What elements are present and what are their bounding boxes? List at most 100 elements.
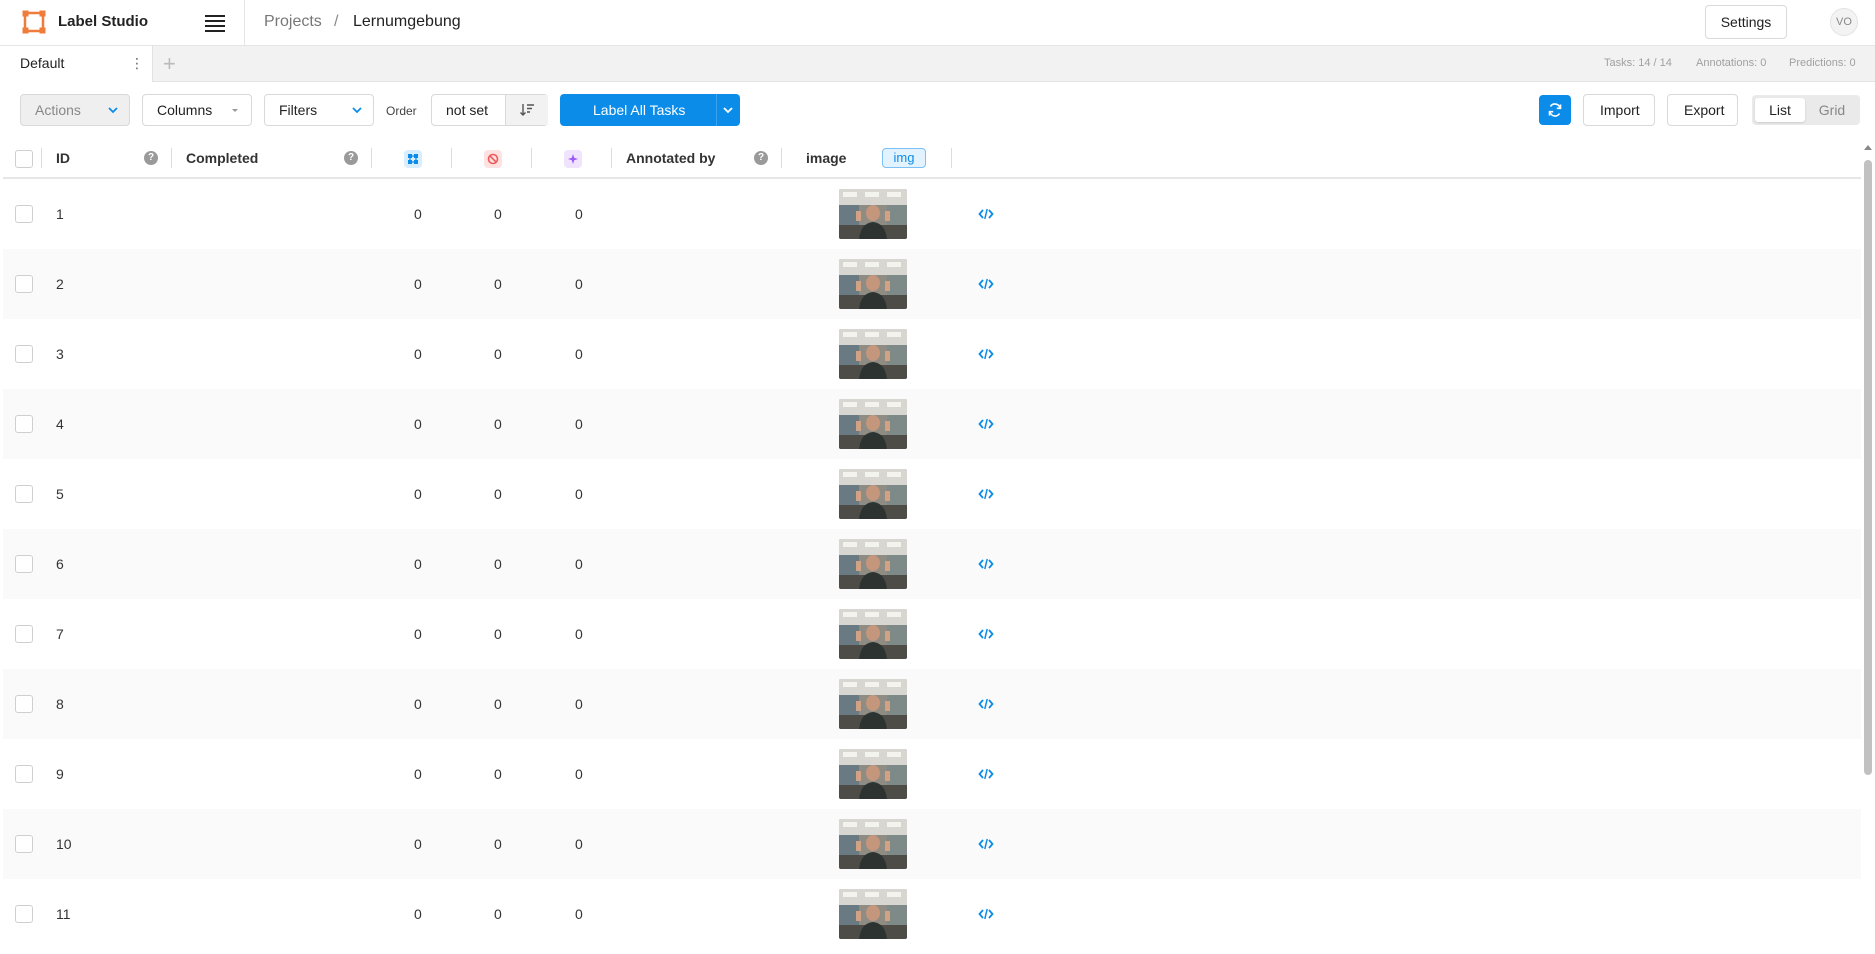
column-header-id[interactable]: ID xyxy=(56,150,70,166)
code-source-icon[interactable] xyxy=(978,908,994,920)
code-source-icon[interactable] xyxy=(978,488,994,500)
code-source-icon[interactable] xyxy=(978,768,994,780)
menu-hamburger-icon[interactable] xyxy=(204,12,226,34)
task-image[interactable] xyxy=(839,749,907,799)
column-separator xyxy=(951,148,952,168)
row-select-checkbox[interactable] xyxy=(15,205,33,223)
row-select-checkbox[interactable] xyxy=(15,695,33,713)
row-select-checkbox[interactable] xyxy=(15,555,33,573)
total-annotations-cell: 0 xyxy=(414,346,422,362)
tab-menu-icon[interactable]: ⋮ xyxy=(130,56,144,70)
task-id-cell: 2 xyxy=(56,276,64,292)
chevron-down-icon xyxy=(352,107,362,114)
cancelled-annotations-cell: 0 xyxy=(494,836,502,852)
code-source-icon[interactable] xyxy=(978,628,994,640)
cancelled-annotations-cell: 0 xyxy=(494,906,502,922)
chevron-down-icon[interactable] xyxy=(722,104,734,116)
table-row[interactable]: 5 0 0 0 xyxy=(3,459,1861,529)
row-select-checkbox[interactable] xyxy=(15,765,33,783)
task-image-thumbnail xyxy=(839,469,907,519)
label-studio-logo-icon[interactable] xyxy=(22,10,46,34)
total-annotations-cell: 0 xyxy=(414,836,422,852)
tab-default[interactable]: Default ⋮ xyxy=(0,46,153,82)
table-row[interactable]: 1 0 0 0 xyxy=(3,179,1861,249)
code-source-icon[interactable] xyxy=(978,838,994,850)
table-row[interactable]: 6 0 0 0 xyxy=(3,529,1861,599)
columns-label: Columns xyxy=(157,102,213,118)
task-image[interactable] xyxy=(839,329,907,379)
label-all-tasks-button[interactable]: Label All Tasks xyxy=(560,94,740,126)
breadcrumb-projects-link[interactable]: Projects xyxy=(264,13,322,31)
table-row[interactable]: 8 0 0 0 xyxy=(3,669,1861,739)
breadcrumb-current-project: Lernumgebung xyxy=(353,13,461,30)
row-select-checkbox[interactable] xyxy=(15,415,33,433)
code-source-icon[interactable] xyxy=(978,348,994,360)
cancelled-annotations-cell: 0 xyxy=(494,486,502,502)
table-row[interactable]: 10 0 0 0 xyxy=(3,809,1861,879)
toolbar: Actions Columns Filters Order not set La… xyxy=(0,82,1875,136)
order-field-select[interactable]: not set xyxy=(446,102,488,118)
code-source-icon[interactable] xyxy=(978,698,994,710)
tab-default-label: Default xyxy=(20,55,65,71)
total-annotations-icon[interactable] xyxy=(404,150,422,168)
task-image[interactable] xyxy=(839,259,907,309)
task-image-thumbnail xyxy=(839,679,907,729)
task-image[interactable] xyxy=(839,819,907,869)
total-annotations-cell: 0 xyxy=(414,556,422,572)
task-image[interactable] xyxy=(839,469,907,519)
table-row[interactable]: 3 0 0 0 xyxy=(3,319,1861,389)
row-select-checkbox[interactable] xyxy=(15,625,33,643)
refresh-button[interactable] xyxy=(1539,95,1571,125)
task-image[interactable] xyxy=(839,539,907,589)
column-header-completed[interactable]: Completed xyxy=(186,150,258,166)
row-select-checkbox[interactable] xyxy=(15,485,33,503)
row-select-checkbox[interactable] xyxy=(15,275,33,293)
scrollbar-thumb[interactable] xyxy=(1864,160,1872,775)
predictions-icon[interactable] xyxy=(564,150,582,168)
column-header-annotated-by[interactable]: Annotated by xyxy=(626,150,715,166)
sort-direction-button[interactable] xyxy=(505,95,548,125)
code-source-icon[interactable] xyxy=(978,278,994,290)
total-annotations-cell: 0 xyxy=(414,626,422,642)
column-header-image[interactable]: image xyxy=(806,150,846,166)
task-image[interactable] xyxy=(839,189,907,239)
user-avatar[interactable]: VO xyxy=(1830,8,1858,36)
row-select-checkbox[interactable] xyxy=(15,905,33,923)
cancelled-annotations-icon[interactable] xyxy=(484,150,502,168)
table-row[interactable]: 4 0 0 0 xyxy=(3,389,1861,459)
code-source-icon[interactable] xyxy=(978,418,994,430)
help-icon[interactable]: ? xyxy=(754,151,768,165)
add-tab-icon[interactable]: + xyxy=(163,51,176,77)
table-row[interactable]: 11 0 0 0 xyxy=(3,879,1861,949)
task-image[interactable] xyxy=(839,399,907,449)
code-source-icon[interactable] xyxy=(978,558,994,570)
export-button[interactable]: Export xyxy=(1667,94,1738,126)
help-icon[interactable]: ? xyxy=(344,151,358,165)
predictions-cell: 0 xyxy=(575,696,583,712)
grid-view-button[interactable]: Grid xyxy=(1808,98,1856,122)
help-icon[interactable]: ? xyxy=(144,151,158,165)
code-source-icon[interactable] xyxy=(978,208,994,220)
list-view-button[interactable]: List xyxy=(1755,98,1805,122)
task-image[interactable] xyxy=(839,609,907,659)
settings-button[interactable]: Settings xyxy=(1705,5,1787,39)
predictions-cell: 0 xyxy=(575,206,583,222)
table-row[interactable]: 9 0 0 0 xyxy=(3,739,1861,809)
breadcrumb-separator: / xyxy=(334,13,339,30)
column-separator xyxy=(41,148,42,168)
select-all-checkbox[interactable] xyxy=(15,150,33,168)
columns-dropdown[interactable]: Columns xyxy=(142,94,252,126)
row-select-checkbox[interactable] xyxy=(15,835,33,853)
header-divider xyxy=(244,0,245,46)
actions-label: Actions xyxy=(35,102,81,118)
scroll-up-arrow-icon[interactable] xyxy=(1864,145,1872,150)
import-button[interactable]: Import xyxy=(1583,94,1655,126)
task-image[interactable] xyxy=(839,679,907,729)
row-select-checkbox[interactable] xyxy=(15,345,33,363)
table-row[interactable]: 7 0 0 0 xyxy=(3,599,1861,669)
predictions-cell: 0 xyxy=(575,276,583,292)
actions-dropdown[interactable]: Actions xyxy=(20,94,130,126)
task-image[interactable] xyxy=(839,889,907,939)
filters-dropdown[interactable]: Filters xyxy=(264,94,374,126)
table-row[interactable]: 2000 xyxy=(3,249,1861,319)
